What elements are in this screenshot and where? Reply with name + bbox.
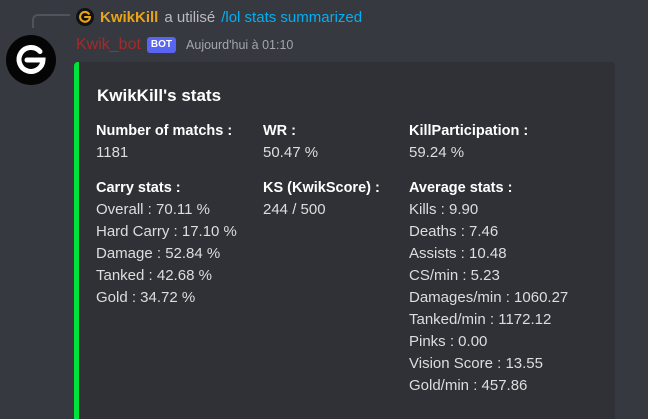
message-timestamp: Aujourd'hui à 01:10 — [186, 38, 294, 52]
field-average-value: Kills : 9.90 Deaths : 7.46 Assists : 10.… — [409, 199, 568, 397]
field-average-name: Average stats : — [409, 180, 513, 196]
g-logo-icon — [79, 10, 91, 23]
reply-reference[interactable]: KwikKill a utilisé /lol stats summarized — [76, 6, 362, 28]
field-wr: WR : 50.47 % — [263, 120, 318, 164]
average-line: Deaths : 7.46 — [409, 223, 499, 240]
reply-command[interactable]: /lol stats summarized — [221, 9, 362, 26]
average-line: Vision Score : 13.55 — [409, 355, 543, 372]
carry-line: Hard Carry : 17.10 % — [96, 223, 237, 240]
stats-embed: KwikKill's stats Number of matchs : 1181… — [74, 62, 615, 419]
field-matches: Number of matchs : 1181 — [96, 120, 232, 164]
bot-badge: BOT — [146, 37, 177, 53]
average-line: CS/min : 5.23 — [409, 267, 500, 284]
field-ks-name: KS (KwikScore) : — [263, 180, 380, 196]
average-line: Assists : 10.48 — [409, 245, 507, 262]
average-line: Gold/min : 457.86 — [409, 377, 528, 394]
average-line: Pinks : 0.00 — [409, 333, 488, 350]
carry-line: Gold : 34.72 % — [96, 289, 196, 306]
average-line: Kills : 9.90 — [409, 201, 479, 218]
field-wr-name: WR : — [263, 123, 297, 139]
chat-message: KwikKill a utilisé /lol stats summarized… — [0, 0, 648, 419]
field-kp: KillParticipation : 59.24 % — [409, 120, 528, 164]
author-name[interactable]: Kwik_bot — [76, 36, 141, 54]
carry-line: Overall : 70.11 % — [96, 201, 210, 218]
bot-avatar[interactable] — [6, 35, 56, 85]
field-ks: KS (KwikScore) : 244 / 500 — [263, 177, 380, 221]
field-kp-value: 59.24 % — [409, 144, 465, 161]
field-carry: Carry stats : Overall : 70.11 % Hard Car… — [96, 177, 237, 309]
field-wr-value: 50.47 % — [263, 144, 319, 161]
reply-spine — [32, 14, 70, 28]
carry-line: Tanked : 42.68 % — [96, 267, 212, 284]
field-matches-value: 1181 — [96, 144, 129, 161]
field-carry-name: Carry stats : — [96, 180, 181, 196]
message-header: Kwik_bot BOT Aujourd'hui à 01:10 — [76, 34, 293, 56]
reply-verb: a utilisé — [164, 8, 216, 26]
field-carry-value: Overall : 70.11 % Hard Carry : 17.10 % D… — [96, 199, 237, 309]
average-line: Damages/min : 1060.27 — [409, 289, 569, 306]
embed-title: KwikKill's stats — [97, 86, 222, 105]
reply-user-name[interactable]: KwikKill — [100, 9, 158, 26]
average-line: Tanked/min : 1172.12 — [409, 311, 552, 328]
g-logo-icon — [16, 45, 46, 74]
carry-line: Damage : 52.84 % — [96, 245, 221, 262]
field-ks-value: 244 / 500 — [263, 201, 326, 218]
field-average: Average stats : Kills : 9.90 Deaths : 7.… — [409, 177, 568, 397]
reply-user-avatar-icon[interactable] — [76, 8, 94, 26]
field-matches-name: Number of matchs : — [96, 123, 233, 139]
field-kp-name: KillParticipation : — [409, 123, 529, 139]
